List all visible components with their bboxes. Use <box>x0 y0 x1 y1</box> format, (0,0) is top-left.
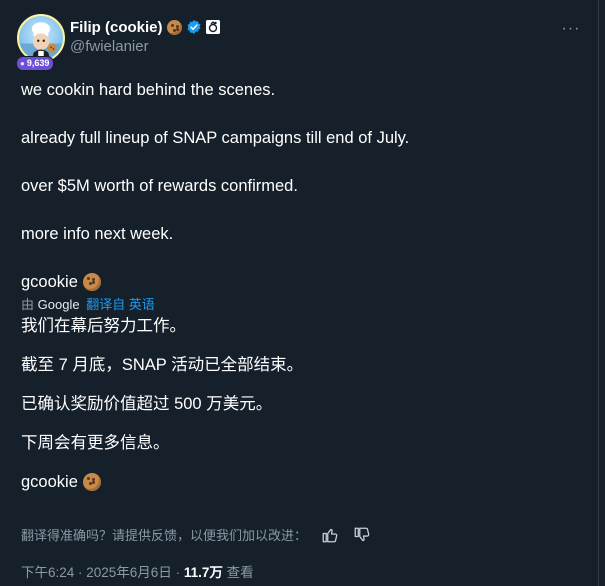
affiliate-badge-icon[interactable] <box>205 20 220 34</box>
translation-attribution: 由 Google 翻译自 英语 <box>21 296 581 314</box>
post-paragraph: we cookin hard behind the scenes. <box>21 81 276 99</box>
post-paragraph: more info next week. <box>21 225 174 243</box>
translated-text: 我们在幕后努力工作。 截至 7 月底，SNAP 活动已全部结束。 已确认奖励价值… <box>21 315 581 493</box>
post-paragraph: already full lineup of SNAP campaigns ti… <box>21 129 410 147</box>
show-original-link[interactable]: 翻译自 英语 <box>86 297 155 312</box>
cookie-emoji-icon <box>82 473 101 491</box>
follower-count: 9,639 <box>26 58 50 68</box>
cookie-emoji-icon <box>82 273 101 291</box>
chef-cookie-avatar-icon <box>19 22 63 60</box>
post-timestamp[interactable]: 下午6:24 · 2025年6月6日 · <box>21 565 184 580</box>
view-count: 11.7万 <box>183 565 223 580</box>
post-signature: gcookie <box>21 271 581 293</box>
views-label: 查看 <box>222 565 254 580</box>
author-info: Filip (cookie) @fwielanier <box>70 17 220 55</box>
display-name[interactable]: Filip (cookie) <box>70 19 163 36</box>
translated-paragraph: 已确认奖励价值超过 500 万美元。 <box>21 395 273 413</box>
translated-by-prefix: 由 <box>21 297 35 312</box>
translated-signature: gcookie <box>21 471 581 493</box>
follower-count-badge: ● 9,639 <box>16 56 55 71</box>
translated-paragraph: 下周会有更多信息。 <box>21 434 170 452</box>
post-paragraph: over $5M worth of rewards confirmed. <box>21 177 298 195</box>
avatar-container[interactable]: ● 9,639 <box>16 14 68 72</box>
feedback-prompt: 翻译得准确吗？请提供反馈，以便我们加以改进： <box>21 528 308 543</box>
translated-paragraph: 截至 7 月底，SNAP 活动已全部结束。 <box>21 356 304 374</box>
author-handle[interactable]: @fwielanier <box>70 38 220 55</box>
verified-badge-icon[interactable] <box>186 19 202 35</box>
google-label: Google <box>37 297 80 312</box>
avatar[interactable] <box>17 14 65 62</box>
post-header: ● 9,639 Filip (cookie) @fwielanier ··· <box>16 14 582 72</box>
thumbs-up-icon[interactable] <box>321 526 339 544</box>
post-meta: 下午6:24 · 2025年6月6日 · 11.7万 查看 <box>21 561 254 581</box>
translated-paragraph: 我们在幕后努力工作。 <box>21 317 186 335</box>
translated-signature-text: gcookie <box>21 473 78 491</box>
pin-icon: ● <box>20 59 25 68</box>
post-body: we cookin hard behind the scenes. alread… <box>21 79 581 493</box>
more-options-button[interactable]: ··· <box>560 20 582 38</box>
signature-text: gcookie <box>21 273 78 291</box>
cookie-emoji-icon <box>166 19 182 35</box>
translation-feedback: 翻译得准确吗？请提供反馈，以便我们加以改进： <box>21 525 371 544</box>
thumbs-down-icon[interactable] <box>353 526 371 544</box>
post-detail: ● 9,639 Filip (cookie) @fwielanier ··· w… <box>0 0 599 586</box>
